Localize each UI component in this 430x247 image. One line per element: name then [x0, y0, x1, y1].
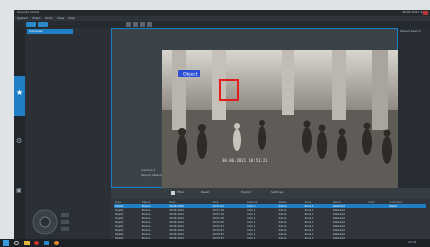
- filter-icon[interactable]: [171, 191, 175, 195]
- app-icon[interactable]: [34, 241, 39, 245]
- app-icon[interactable]: [44, 241, 49, 245]
- rail-selected-tab[interactable]: ★: [14, 76, 25, 116]
- events-toolbar-item2[interactable]: Reset: [201, 190, 209, 195]
- camera-rail-icon[interactable]: ▣: [16, 188, 22, 194]
- layout-icon[interactable]: [126, 22, 131, 27]
- toolbar-button-1[interactable]: [26, 22, 36, 27]
- app-icon[interactable]: [54, 241, 59, 245]
- camera-video-frame[interactable]: Object 30.06.2021 10:51:21: [162, 50, 398, 190]
- windows-icon[interactable]: [3, 240, 9, 246]
- record-icon[interactable]: [147, 22, 152, 27]
- events-toolbar-item3[interactable]: Export: [241, 190, 251, 195]
- events-toolbar: Filter Reset Export Settings: [111, 188, 430, 199]
- events-panel: Filter Reset Export Settings Type Object…: [111, 188, 430, 240]
- camera-tree-panel: Cameras: [25, 28, 111, 239]
- events-toolbar-item4[interactable]: Settings: [271, 190, 283, 195]
- left-rail: ★ ⚙ ▣: [14, 28, 25, 239]
- taskbar-clock: 12:21: [408, 240, 417, 244]
- events-toolbar-item1[interactable]: Filter: [177, 190, 184, 195]
- right-panel-title: Object search: [400, 29, 421, 33]
- object-label: Object: [183, 72, 198, 78]
- camera-icon[interactable]: [140, 22, 145, 27]
- main-toolbar: [14, 21, 430, 28]
- events-table: Type Object Date Time Camera Status Zone…: [114, 200, 426, 240]
- toolbar-button-2[interactable]: [38, 22, 48, 27]
- gear-icon[interactable]: ⚙: [16, 138, 22, 145]
- application-window: Security Client 18.06.2021 12:21 System …: [14, 10, 430, 240]
- grid-icon[interactable]: [133, 22, 138, 27]
- window-title: Security Client: [17, 10, 39, 14]
- video-timestamp: 30.06.2021 10:51:21: [222, 158, 268, 163]
- panel-header: Cameras: [29, 29, 43, 33]
- folder-icon[interactable]: [24, 241, 30, 245]
- star-icon: ★: [16, 88, 24, 97]
- search-icon[interactable]: [14, 241, 19, 245]
- camera-tree-selected[interactable]: Cameras: [27, 29, 73, 34]
- ptz-control[interactable]: [31, 208, 73, 236]
- right-panel: Object search: [398, 28, 430, 188]
- os-taskbar: 12:21: [0, 239, 430, 247]
- close-icon[interactable]: [423, 11, 428, 15]
